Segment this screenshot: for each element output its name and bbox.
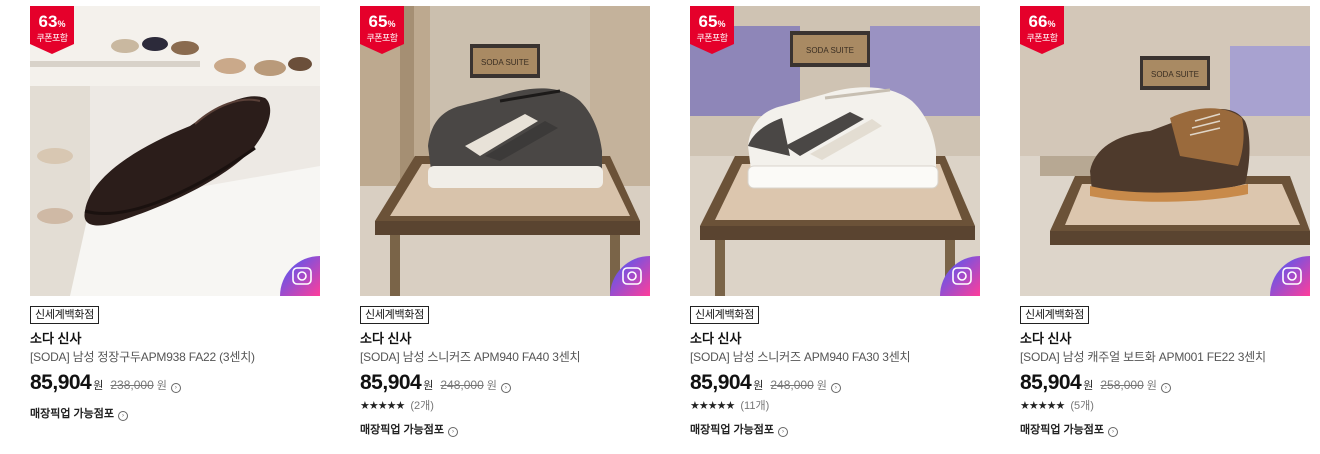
price-info-icon[interactable]: › — [500, 383, 511, 393]
discount-percent: 65% — [368, 12, 396, 31]
price-info-icon[interactable]: › — [170, 383, 181, 393]
sale-price: 85,904 — [1020, 371, 1082, 394]
product-image[interactable]: SODA SUITE 65% 쿠폰포함 — [360, 6, 650, 296]
discount-badge: 63% 쿠폰포함 — [30, 6, 74, 54]
brand-name[interactable]: 소다 신사 — [1020, 331, 1310, 347]
store-pickup-link[interactable]: 매장픽업 가능점포 › — [360, 423, 650, 437]
product-image[interactable]: SODA SUITE 66% 쿠폰포함 — [1020, 6, 1310, 296]
chevron-right-icon: › — [448, 427, 459, 437]
review-count: (11개) — [740, 400, 770, 412]
rating-stars: ★★★★★ — [360, 400, 405, 412]
store-tag: 신세계백화점 — [30, 306, 99, 324]
product-image[interactable]: SODA SUITE 65% 쿠폰포함 — [690, 6, 980, 296]
display-sign: SODA SUITE — [806, 46, 854, 55]
rating-stars: ★★★★★ — [1020, 400, 1065, 412]
product-card[interactable]: SODA SUITE 66% 쿠폰포함 신세계백화점 소다 신사 [SODA] … — [1020, 6, 1310, 437]
price-unit: 원 — [1083, 380, 1094, 392]
rating-row[interactable]: ★★★★★ (5개) — [1020, 399, 1310, 413]
original-price: 248,000 — [440, 378, 484, 392]
coupon-label: 쿠폰포함 — [1026, 33, 1058, 43]
brand-name[interactable]: 소다 신사 — [30, 331, 320, 347]
review-count: (5개) — [1070, 400, 1094, 412]
store-tag: 신세계백화점 — [1020, 306, 1089, 324]
price-unit: 원 — [423, 380, 434, 392]
price-row: 85,904 원 258,000 원 › — [1020, 371, 1310, 395]
chevron-right-icon: › — [1108, 427, 1119, 437]
discount-percent: 66% — [1028, 12, 1056, 31]
pickup-label: 매장픽업 가능점포 — [30, 408, 115, 420]
pickup-label: 매장픽업 가능점포 — [360, 424, 445, 436]
discount-badge: 65% 쿠폰포함 — [690, 6, 734, 54]
product-image[interactable]: 63% 쿠폰포함 — [30, 6, 320, 296]
discount-badge: 66% 쿠폰포함 — [1020, 6, 1064, 54]
brand-name[interactable]: 소다 신사 — [690, 331, 980, 347]
discount-percent: 65% — [698, 12, 726, 31]
product-card[interactable]: SODA SUITE 65% 쿠폰포함 신세계백화점 소다 신사 [SODA] … — [360, 6, 650, 437]
price-unit: 원 — [753, 380, 764, 392]
original-price-unit: 원 — [156, 380, 167, 392]
store-tag: 신세계백화점 — [360, 306, 429, 324]
rating-row[interactable]: ★★★★★ (11개) — [690, 399, 980, 413]
pickup-label: 매장픽업 가능점포 — [690, 424, 775, 436]
store-pickup-link[interactable]: 매장픽업 가능점포 › — [690, 423, 980, 437]
original-price-unit: 원 — [1146, 380, 1157, 392]
coupon-label: 쿠폰포함 — [366, 33, 398, 43]
chevron-right-icon: › — [778, 427, 789, 437]
rating-row[interactable]: ★★★★★ (2개) — [360, 399, 650, 413]
price-row: 85,904 원 238,000 원 › — [30, 371, 320, 395]
coupon-label: 쿠폰포함 — [36, 33, 68, 43]
sale-price: 85,904 — [360, 371, 422, 394]
camera-icon[interactable] — [1270, 256, 1310, 296]
price-info-icon[interactable]: › — [830, 383, 841, 393]
display-sign: SODA SUITE — [1151, 70, 1199, 79]
brand-name[interactable]: 소다 신사 — [360, 331, 650, 347]
original-price: 258,000 — [1100, 378, 1144, 392]
price-unit: 원 — [93, 380, 104, 392]
price-info-icon[interactable]: › — [1160, 383, 1171, 393]
chevron-right-icon: › — [118, 411, 129, 421]
store-pickup-link[interactable]: 매장픽업 가능점포 › — [30, 407, 320, 421]
original-price-unit: 원 — [486, 380, 497, 392]
sale-price: 85,904 — [690, 371, 752, 394]
original-price: 238,000 — [110, 378, 154, 392]
sale-price: 85,904 — [30, 371, 92, 394]
store-pickup-link[interactable]: 매장픽업 가능점포 › — [1020, 423, 1310, 437]
product-card[interactable]: 63% 쿠폰포함 신세계백화점 소다 신사 [SODA] 남성 정장구두APM9… — [30, 6, 320, 421]
product-name[interactable]: [SODA] 남성 정장구두APM938 FA22 (3센치) — [30, 349, 320, 365]
display-sign: SODA SUITE — [481, 58, 529, 67]
product-grid: 63% 쿠폰포함 신세계백화점 소다 신사 [SODA] 남성 정장구두APM9… — [0, 0, 1320, 454]
product-name[interactable]: [SODA] 남성 스니커즈 APM940 FA30 3센치 — [690, 349, 980, 365]
camera-icon[interactable] — [280, 256, 320, 296]
discount-badge: 65% 쿠폰포함 — [360, 6, 404, 54]
product-card[interactable]: SODA SUITE 65% 쿠폰포함 신세계백화점 소다 신사 [SODA] … — [690, 6, 980, 437]
price-row: 85,904 원 248,000 원 › — [360, 371, 650, 395]
review-count: (2개) — [410, 400, 434, 412]
original-price: 248,000 — [770, 378, 814, 392]
product-name[interactable]: [SODA] 남성 스니커즈 APM940 FA40 3센치 — [360, 349, 650, 365]
camera-icon[interactable] — [610, 256, 650, 296]
coupon-label: 쿠폰포함 — [696, 33, 728, 43]
discount-percent: 63% — [38, 12, 66, 31]
price-row: 85,904 원 248,000 원 › — [690, 371, 980, 395]
camera-icon[interactable] — [940, 256, 980, 296]
pickup-label: 매장픽업 가능점포 — [1020, 424, 1105, 436]
rating-stars: ★★★★★ — [690, 400, 735, 412]
product-name[interactable]: [SODA] 남성 캐주얼 보트화 APM001 FE22 3센치 — [1020, 349, 1310, 365]
store-tag: 신세계백화점 — [690, 306, 759, 324]
original-price-unit: 원 — [816, 380, 827, 392]
